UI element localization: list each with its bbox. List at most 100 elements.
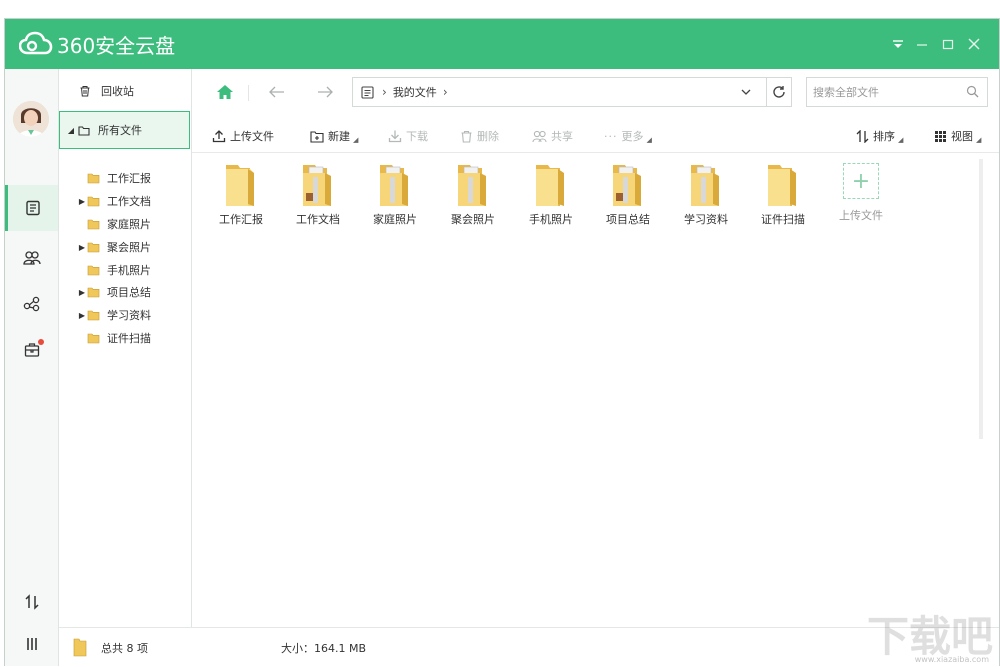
rail-item-files[interactable] bbox=[5, 185, 58, 231]
file-item-folder[interactable]: 学习资料 bbox=[671, 161, 741, 231]
expand-arrow-icon[interactable]: ▶ bbox=[77, 311, 87, 320]
tree-item-all-files[interactable]: ◢ 所有文件 bbox=[59, 111, 190, 149]
expand-arrow-icon[interactable]: ▶ bbox=[77, 288, 87, 297]
plus-icon: + bbox=[843, 163, 879, 199]
folder-icon bbox=[87, 265, 100, 276]
minimize-button[interactable] bbox=[911, 33, 933, 55]
tree-item-label: 学习资料 bbox=[107, 309, 151, 322]
search-box bbox=[806, 77, 988, 107]
rail-item-share[interactable] bbox=[5, 281, 58, 327]
arrow-left-icon bbox=[269, 86, 284, 98]
tree-item-folder[interactable]: ▶ 学习资料 bbox=[59, 304, 191, 326]
view-label: 视图 bbox=[951, 130, 973, 143]
download-icon bbox=[388, 130, 402, 143]
item-count: 总共 8 项 bbox=[101, 642, 148, 655]
new-label: 新建 bbox=[328, 130, 350, 143]
file-item-folder[interactable]: 聚会照片 bbox=[438, 161, 508, 231]
breadcrumb-item[interactable]: 我的文件 bbox=[393, 84, 437, 100]
upload-button[interactable]: 上传文件 bbox=[212, 127, 274, 145]
main-panel: › 我的文件 › 上传文件 bbox=[192, 69, 999, 627]
rail-item-toolbox[interactable] bbox=[5, 327, 58, 373]
tree-item-recycle-bin[interactable]: 回收站 bbox=[59, 79, 191, 103]
upload-file-tile[interactable]: + 上传文件 bbox=[826, 163, 896, 227]
folder-icon bbox=[87, 310, 100, 321]
folder-icon bbox=[226, 165, 254, 206]
folder-with-docs-icon bbox=[691, 165, 719, 206]
folder-status-icon bbox=[73, 638, 87, 657]
delete-label: 删除 bbox=[477, 130, 499, 143]
home-icon bbox=[217, 85, 233, 99]
file-item-folder[interactable]: 证件扫描 bbox=[748, 161, 818, 231]
dropdown-menu-icon bbox=[893, 40, 903, 48]
avatar[interactable] bbox=[13, 101, 49, 137]
new-button[interactable]: 新建 ◢ bbox=[310, 127, 358, 145]
chevron-down-icon bbox=[741, 89, 751, 95]
file-item-folder[interactable]: 工作汇报 bbox=[206, 161, 276, 231]
file-name: 手机照片 bbox=[529, 213, 573, 226]
download-button[interactable]: 下载 bbox=[388, 127, 428, 145]
close-button[interactable] bbox=[963, 33, 985, 55]
expand-arrow-icon[interactable]: ▶ bbox=[77, 243, 87, 252]
more-dots-icon: ··· bbox=[604, 129, 618, 143]
sort-label: 排序 bbox=[873, 130, 895, 143]
refresh-button[interactable] bbox=[766, 77, 792, 107]
file-item-folder[interactable]: 工作文档 bbox=[283, 161, 353, 231]
delete-button[interactable]: 删除 bbox=[460, 127, 499, 145]
transfer-icon bbox=[24, 594, 39, 610]
dropdown-caret-icon: ◢ bbox=[646, 136, 652, 144]
file-name: 聚会照片 bbox=[451, 213, 495, 226]
maximize-icon bbox=[942, 39, 954, 50]
grid-view-icon bbox=[935, 130, 946, 142]
tree-item-folder[interactable]: 工作汇报 bbox=[59, 167, 191, 189]
rail-item-transfer[interactable] bbox=[5, 579, 58, 625]
tree-item-folder[interactable]: ▶ 项目总结 bbox=[59, 281, 191, 303]
file-item-folder[interactable]: 手机照片 bbox=[516, 161, 586, 231]
user-avatar-icon bbox=[13, 101, 49, 137]
share-button[interactable]: 共享 bbox=[532, 127, 573, 145]
expand-arrow-icon[interactable]: ▶ bbox=[77, 197, 87, 206]
folder-icon bbox=[87, 287, 100, 298]
forward-button[interactable] bbox=[312, 79, 338, 105]
scrollbar[interactable] bbox=[979, 159, 983, 439]
file-item-folder[interactable]: 家庭照片 bbox=[360, 161, 430, 231]
document-icon bbox=[361, 85, 374, 99]
search-input[interactable] bbox=[813, 84, 963, 100]
tree-item-folder[interactable]: ▶ 工作文档 bbox=[59, 190, 191, 212]
folder-icon bbox=[87, 242, 100, 253]
rail-item-menu[interactable] bbox=[5, 621, 58, 667]
menu-icon bbox=[26, 638, 37, 650]
tree-item-folder[interactable]: ▶ 聚会照片 bbox=[59, 236, 191, 258]
upload-icon bbox=[212, 130, 226, 143]
tree-item-label: 项目总结 bbox=[107, 286, 151, 299]
tree-item-folder[interactable]: 证件扫描 bbox=[59, 327, 191, 349]
back-button[interactable] bbox=[264, 79, 290, 105]
maximize-button[interactable] bbox=[937, 33, 959, 55]
upload-label: 上传文件 bbox=[230, 130, 274, 143]
toolbox-icon bbox=[24, 343, 39, 357]
upload-tile-label: 上传文件 bbox=[839, 209, 883, 222]
title-bar: 360安全云盘 bbox=[5, 19, 999, 69]
menu-dropdown-button[interactable] bbox=[887, 33, 909, 55]
tree-item-folder[interactable]: 手机照片 bbox=[59, 259, 191, 281]
minimize-icon bbox=[917, 44, 927, 46]
new-folder-icon bbox=[310, 130, 324, 143]
search-button[interactable] bbox=[966, 85, 979, 101]
app-window: 360安全云盘 回收站 ◢ 所有文件 工作汇报 ▶ 工作文档 家庭照片 ▶ 聚会… bbox=[4, 18, 1000, 666]
tree-item-folder[interactable]: 家庭照片 bbox=[59, 213, 191, 235]
share-users-icon bbox=[532, 130, 547, 142]
address-dropdown-button[interactable] bbox=[733, 78, 759, 106]
folder-with-docs-icon bbox=[380, 165, 408, 206]
address-bar[interactable]: › 我的文件 › bbox=[352, 77, 792, 107]
tree-item-label: 工作汇报 bbox=[107, 172, 151, 185]
file-item-folder[interactable]: 项目总结 bbox=[593, 161, 663, 231]
navigation-bar: › 我的文件 › bbox=[192, 69, 999, 115]
view-button[interactable]: 视图 ◢ bbox=[934, 127, 981, 145]
sort-button[interactable]: 排序 ◢ bbox=[856, 127, 903, 145]
home-button[interactable] bbox=[212, 79, 238, 105]
tree-item-label: 所有文件 bbox=[98, 124, 142, 137]
collapse-triangle-icon[interactable]: ◢ bbox=[66, 126, 76, 135]
tree-item-label: 回收站 bbox=[101, 85, 134, 98]
rail-item-contacts[interactable] bbox=[5, 235, 58, 281]
chevron-right-icon: › bbox=[382, 85, 387, 99]
more-button[interactable]: ··· 更多 ◢ bbox=[604, 127, 652, 145]
